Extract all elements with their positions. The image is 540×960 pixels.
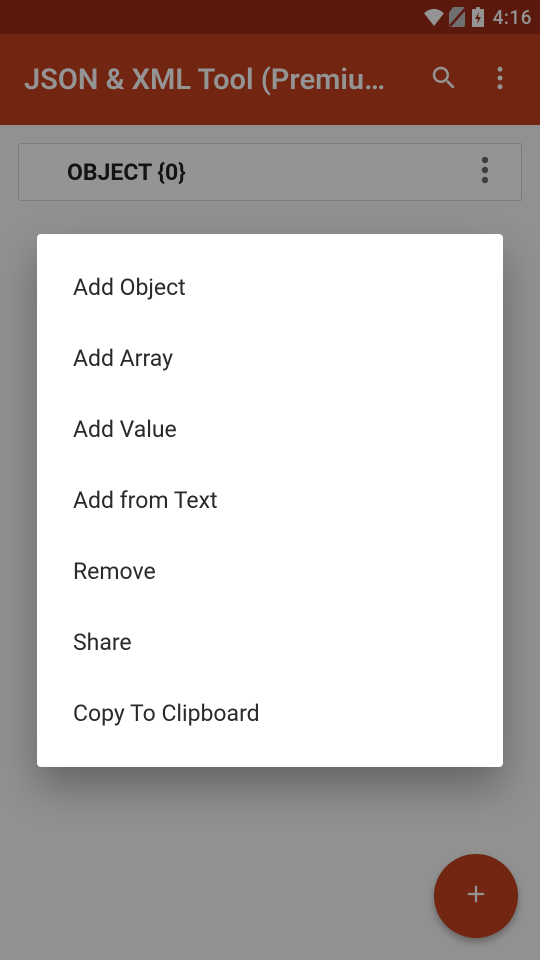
- menu-item-share[interactable]: Share: [37, 607, 503, 678]
- menu-item-add-value[interactable]: Add Value: [37, 394, 503, 465]
- menu-item-copy-clipboard[interactable]: Copy To Clipboard: [37, 678, 503, 749]
- menu-item-add-from-text[interactable]: Add from Text: [37, 465, 503, 536]
- context-menu-dialog: Add Object Add Array Add Value Add from …: [37, 234, 503, 767]
- menu-item-add-object[interactable]: Add Object: [37, 252, 503, 323]
- menu-item-remove[interactable]: Remove: [37, 536, 503, 607]
- menu-item-add-array[interactable]: Add Array: [37, 323, 503, 394]
